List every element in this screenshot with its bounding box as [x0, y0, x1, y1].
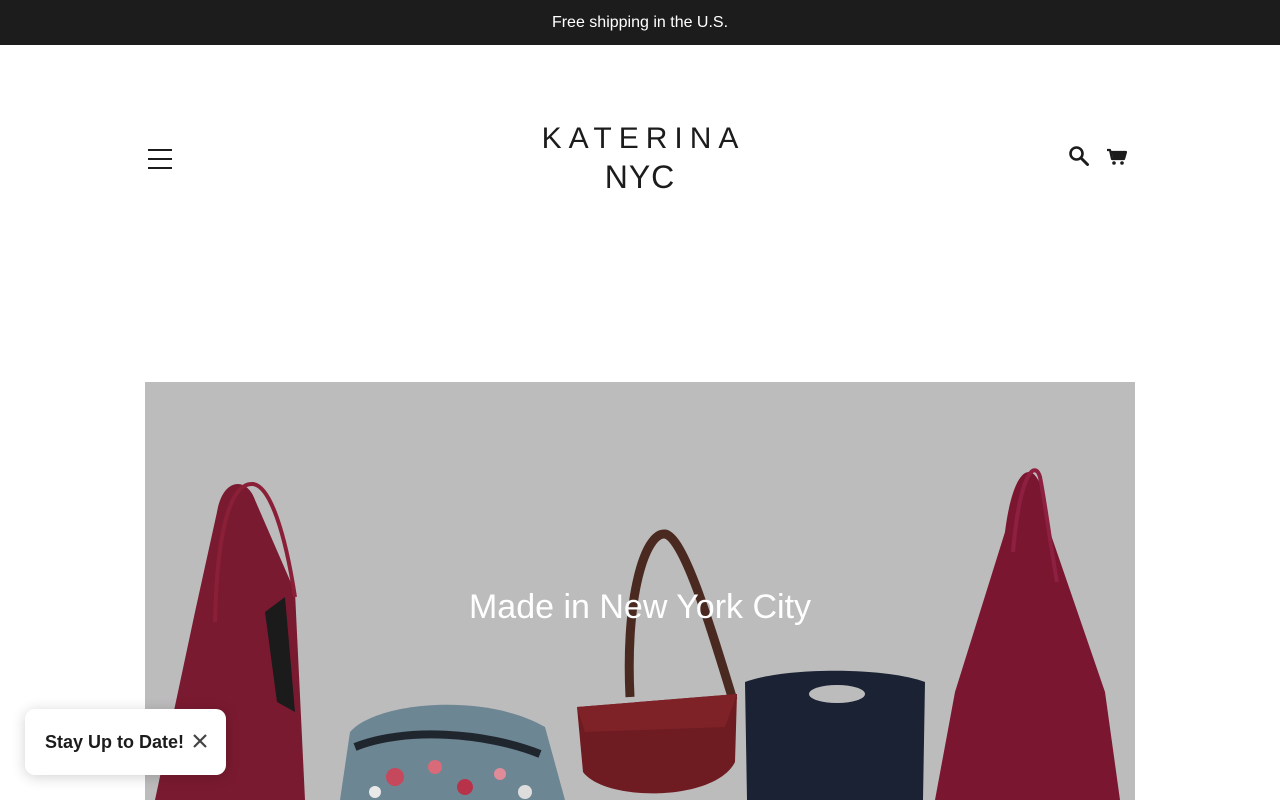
newsletter-popup-label[interactable]: Stay Up to Date! [45, 732, 184, 753]
newsletter-popup[interactable]: Stay Up to Date! [25, 709, 226, 775]
site-header: KATERINA NYC [0, 45, 1280, 245]
hero-banner[interactable]: Made in New York City [145, 382, 1135, 800]
logo-line-katerina: KATERINA [541, 122, 746, 155]
announcement-text: Free shipping in the U.S. [551, 13, 729, 31]
cart-icon[interactable] [1106, 145, 1128, 172]
hero-title: Made in New York City [468, 588, 812, 626]
hamburger-icon-bar [148, 158, 172, 160]
close-icon[interactable] [192, 733, 208, 754]
site-logo[interactable]: KATERINA NYC [480, 121, 800, 197]
site-nav-menu-button[interactable] [148, 149, 172, 169]
hamburger-icon-bar [148, 149, 172, 151]
hamburger-icon-bar [148, 167, 172, 169]
logo-line-nyc: NYC [604, 159, 676, 195]
announcement-bar: Free shipping in the U.S. [0, 0, 1280, 45]
search-icon[interactable] [1068, 145, 1090, 172]
